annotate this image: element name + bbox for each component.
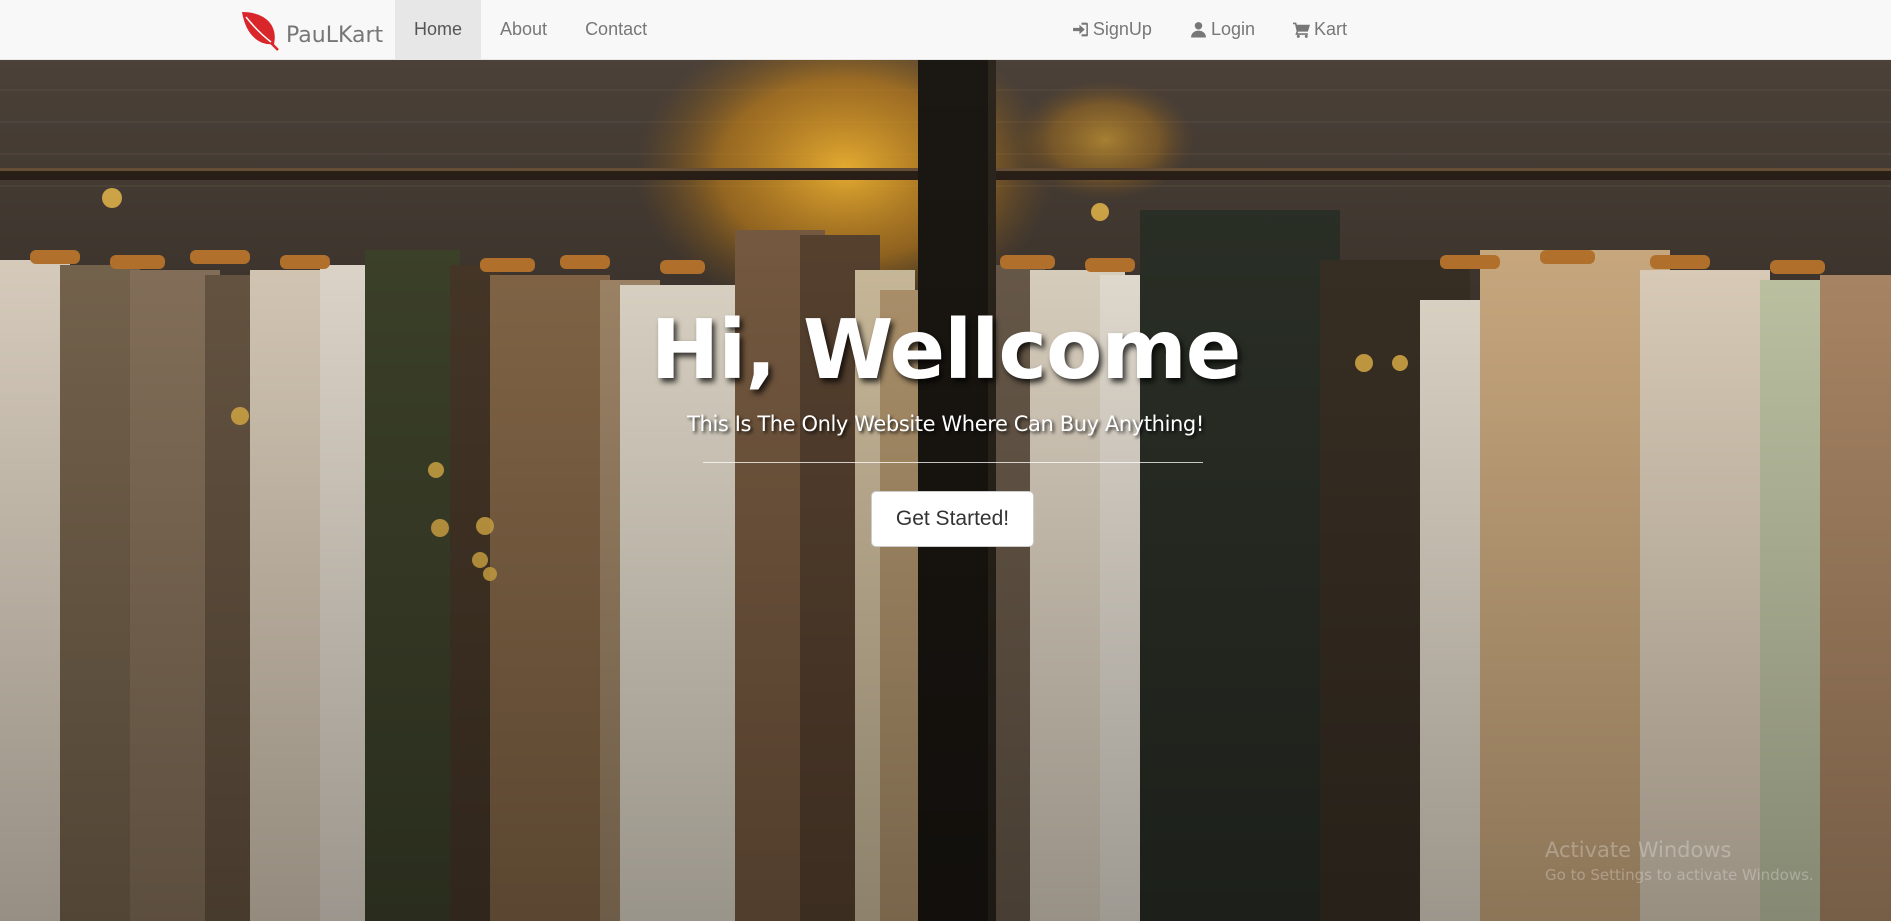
nav-home[interactable]: Home bbox=[395, 0, 482, 59]
hero-section: Hi, Wellcome This Is The Only Website Wh… bbox=[0, 60, 1891, 921]
kart-label: Kart bbox=[1313, 19, 1347, 39]
hero-subtitle: This Is The Only Website Where Can Buy A… bbox=[687, 412, 1204, 436]
hero-content: Hi, Wellcome This Is The Only Website Wh… bbox=[0, 60, 1891, 921]
hero-title: Hi, Wellcome bbox=[650, 303, 1242, 398]
nav-contact[interactable]: Contact bbox=[566, 0, 666, 59]
sign-in-icon bbox=[1072, 22, 1088, 37]
signup-label: SignUp bbox=[1092, 19, 1152, 39]
get-started-button[interactable]: Get Started! bbox=[871, 491, 1034, 547]
nav-login[interactable]: Login bbox=[1171, 0, 1274, 59]
activate-windows-watermark: Activate Windows Go to Settings to activ… bbox=[1545, 838, 1814, 884]
hero-divider bbox=[703, 462, 1203, 463]
leaf-icon bbox=[242, 12, 279, 51]
shopping-cart-icon bbox=[1292, 22, 1310, 38]
nav-signup[interactable]: SignUp bbox=[1053, 0, 1171, 59]
watermark-subtitle: Go to Settings to activate Windows. bbox=[1545, 866, 1814, 884]
watermark-title: Activate Windows bbox=[1545, 838, 1732, 862]
nav-kart[interactable]: Kart bbox=[1274, 0, 1366, 59]
primary-nav: Home About Contact bbox=[395, 0, 666, 59]
top-navbar: PauLKart Home About Contact SignUp Login bbox=[0, 0, 1891, 60]
brand-home-link[interactable]: PauLKart bbox=[238, 0, 383, 60]
brand-name: PauLKart bbox=[286, 22, 384, 48]
nav-about[interactable]: About bbox=[481, 0, 566, 59]
login-label: Login bbox=[1210, 19, 1255, 39]
user-icon bbox=[1191, 22, 1206, 38]
account-nav: SignUp Login Kart bbox=[1053, 0, 1366, 59]
